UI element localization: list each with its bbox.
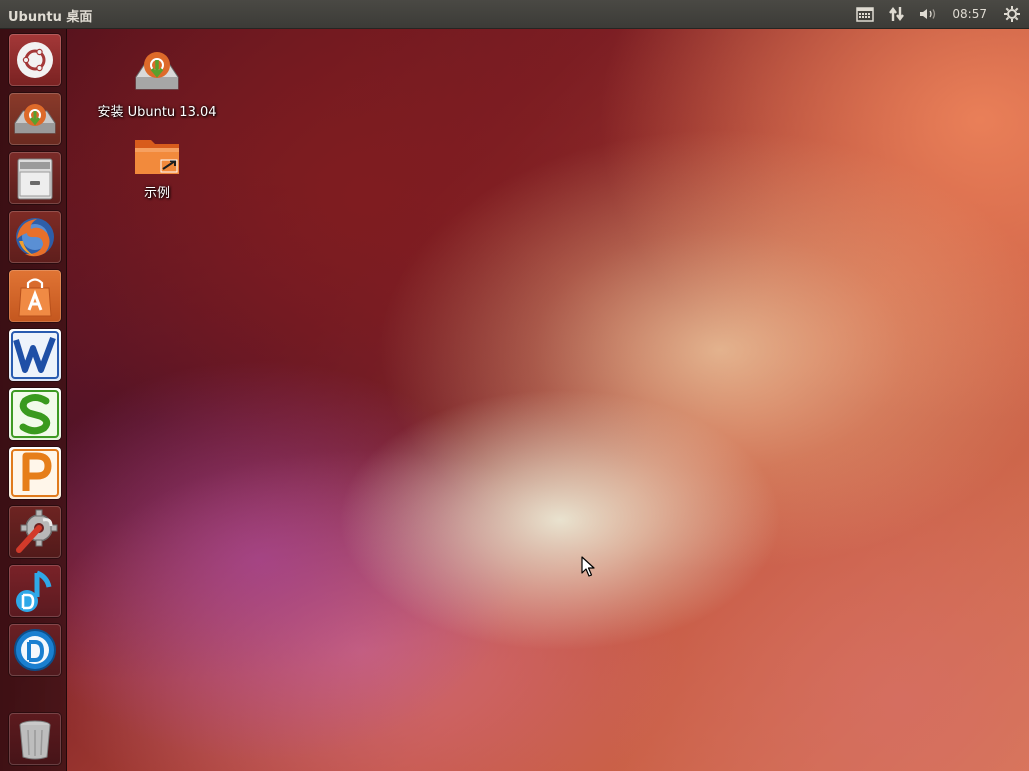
- launcher: [0, 29, 67, 771]
- launcher-system-settings[interactable]: [9, 506, 61, 558]
- trash-icon: [19, 720, 51, 760]
- launcher-media-app[interactable]: [9, 624, 61, 676]
- launcher-wps-spreadsheets[interactable]: [9, 388, 61, 440]
- volume-icon[interactable]: [914, 0, 944, 28]
- music-note-icon: [16, 570, 52, 612]
- calendar-icon[interactable]: [850, 0, 880, 28]
- wrench-gear-icon: [16, 509, 58, 553]
- launcher-wps-writer[interactable]: [9, 329, 61, 381]
- file-cabinet-icon: [17, 158, 53, 200]
- clock-time: 08:57: [952, 7, 987, 21]
- launcher-wps-presentation[interactable]: [9, 447, 61, 499]
- launcher-firefox[interactable]: [9, 211, 61, 263]
- installer-icon: [135, 52, 179, 90]
- mouse-pointer-icon: [581, 556, 595, 577]
- w-writer-icon: [11, 331, 59, 379]
- desktop-icon-label: 安装 Ubuntu 13.04: [97, 105, 217, 120]
- launcher-software-center[interactable]: [9, 270, 61, 322]
- s-spreadsheet-icon: [11, 390, 59, 438]
- firefox-icon: [16, 218, 54, 257]
- panel-app-title: Ubuntu 桌面: [8, 10, 93, 25]
- desktop-icon-install-ubuntu[interactable]: 安装 Ubuntu 13.04: [94, 47, 220, 120]
- session-gear-icon[interactable]: [995, 0, 1029, 28]
- shopping-bag-icon: [18, 278, 52, 317]
- desktop-icon-examples[interactable]: 示例: [126, 134, 188, 201]
- launcher-install-ubuntu[interactable]: [9, 93, 61, 145]
- launcher-dash-home[interactable]: [9, 34, 61, 86]
- installer-icon: [14, 104, 56, 134]
- clock-indicator[interactable]: 08:57: [944, 0, 995, 28]
- top-panel: Ubuntu 桌面 08:57: [0, 0, 1029, 29]
- round-d-logo-icon: [14, 629, 56, 671]
- indicator-area: 08:57: [850, 0, 1029, 28]
- launcher-music-player[interactable]: [9, 565, 61, 617]
- p-presentation-icon: [11, 449, 59, 497]
- launcher-trash[interactable]: [9, 713, 61, 765]
- ubuntu-logo-icon: [17, 42, 53, 78]
- desktop-icon-label: 示例: [143, 186, 170, 201]
- folder-link-icon: [135, 140, 179, 174]
- network-icon[interactable]: [880, 0, 914, 28]
- launcher-files[interactable]: [9, 152, 61, 204]
